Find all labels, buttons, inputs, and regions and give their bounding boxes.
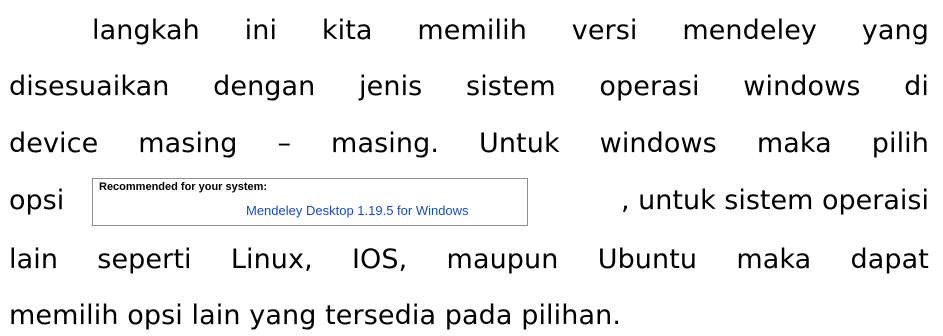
paragraph-line-5: lain seperti Linux, IOS, maupun Ubuntu m… xyxy=(9,244,929,275)
mendeley-windows-download-link[interactable]: Mendeley Desktop 1.19.5 for Windows xyxy=(246,203,469,218)
document-paragraph: langkah ini kita memilih versi mendeley … xyxy=(0,0,943,336)
paragraph-line-3: device masing – masing. Untuk windows ma… xyxy=(9,128,929,159)
recommended-label: Recommended for your system: xyxy=(99,181,268,193)
paragraph-line-4-start: opsi xyxy=(9,185,65,216)
paragraph-line-1: langkah ini kita memilih versi mendeley … xyxy=(92,15,929,46)
paragraph-line-4-end: , untuk sistem operaisi xyxy=(620,185,929,216)
embedded-download-screenshot: Recommended for your system: Mendeley De… xyxy=(92,178,528,226)
paragraph-line-2: disesuaikan dengan jenis sistem operasi … xyxy=(9,71,929,102)
paragraph-line-6: memilih opsi lain yang tersedia pada pil… xyxy=(9,300,622,331)
